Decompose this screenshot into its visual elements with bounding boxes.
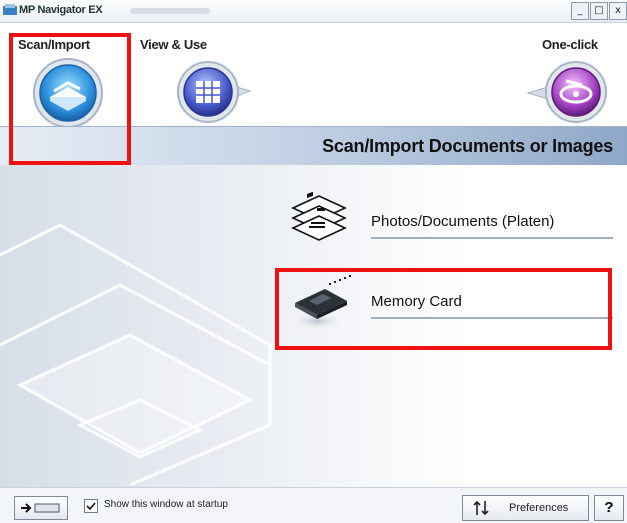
app-icon [3,4,17,15]
highlight-memory-card [275,268,612,350]
page-title: Scan/Import Documents or Images [322,136,613,156]
window-title: MP Navigator EX [19,4,103,16]
grid-document-icon [177,61,252,123]
arrow-right-icon [21,503,60,513]
title-bar: MP Navigator EX _ □ x [0,0,627,23]
help-button[interactable]: ? [594,495,624,521]
preferences-label: Preferences [509,502,569,514]
maximize-button[interactable]: □ [590,2,608,20]
minimize-button[interactable]: _ [571,2,589,20]
startup-checkbox-label: Show this window at startup [104,499,228,510]
option-underline [371,237,613,239]
app-window: MP Navigator EX _ □ x Scan/Import View &… [0,0,627,523]
tab-one-click-label: One-click [542,37,598,52]
window-controls: _ □ x [570,2,627,20]
window-title-model [130,8,210,14]
option-photos-documents-label: Photos/Documents (Platen) [371,213,555,230]
tab-view-use-label: View & Use [140,37,207,52]
bottom-bar: Show this window at startup Preferences … [0,487,627,523]
highlight-scan-import [9,33,131,165]
tab-view-use[interactable]: View & Use [140,23,260,123]
option-photos-documents[interactable]: Photos/Documents (Platen) [285,190,627,260]
preferences-icon [473,501,489,515]
tab-one-click[interactable]: One-click [520,23,627,123]
mode-toggle-button[interactable] [14,496,68,520]
checkmark-icon [86,502,96,511]
one-click-disc-icon [526,61,607,123]
close-button[interactable]: x [609,2,627,20]
startup-checkbox[interactable] [84,499,98,513]
scanner-illustration [0,223,272,485]
document-stack-icon [291,191,347,241]
preferences-button[interactable]: Preferences [462,495,589,521]
